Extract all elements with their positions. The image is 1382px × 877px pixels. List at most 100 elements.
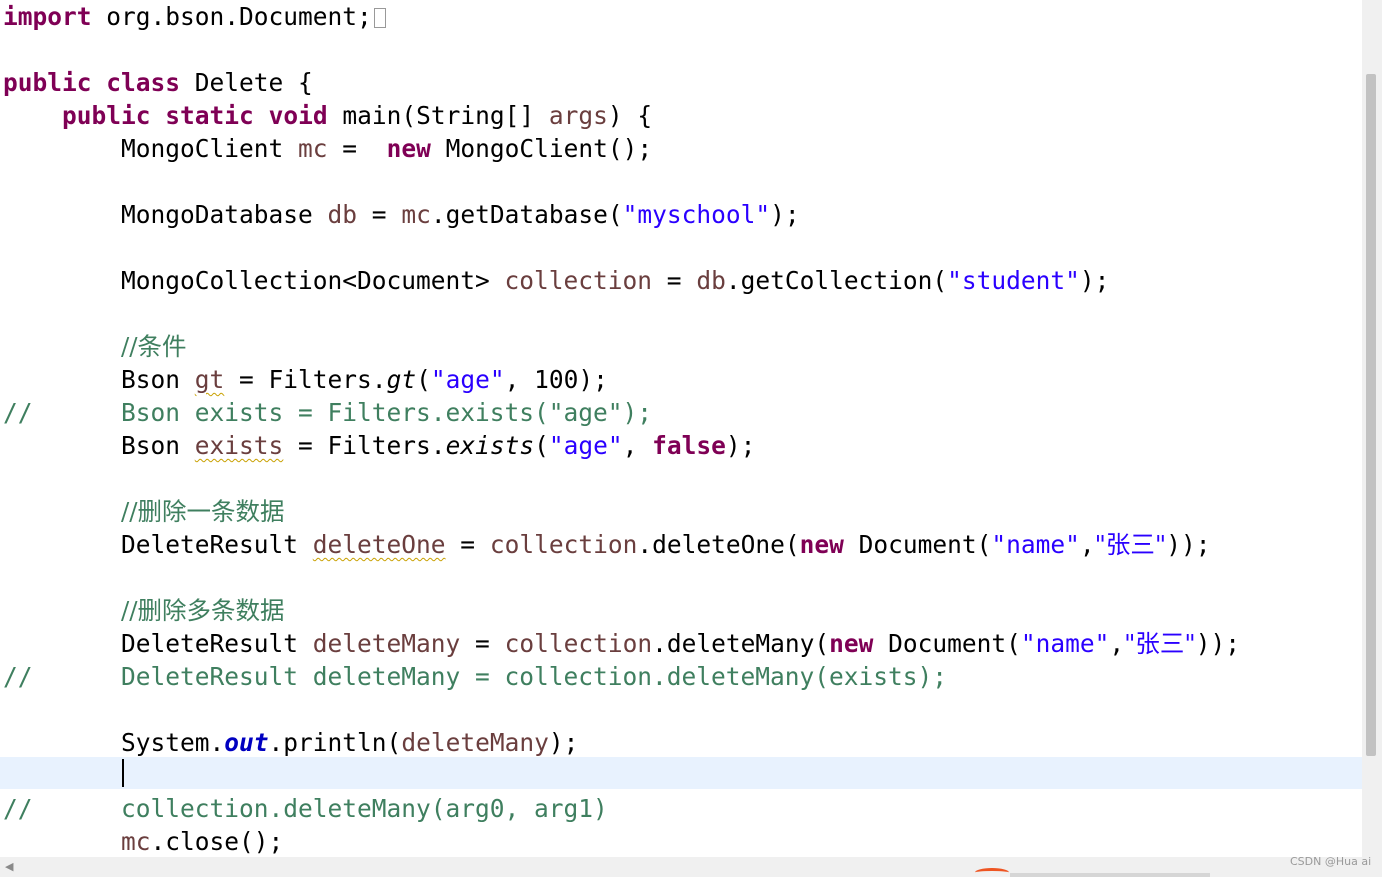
code-text: = (445, 530, 490, 559)
comment: collection.deleteMany(arg0, arg1) (121, 794, 608, 823)
code-line-4[interactable]: public static void main(String[] args) { (3, 99, 652, 132)
code-line-1[interactable]: import org.bson.Document; (3, 0, 386, 33)
code-line-7[interactable]: MongoDatabase db = mc.getDatabase("mysch… (3, 198, 800, 231)
code-line-3[interactable]: public class Delete { (3, 66, 313, 99)
static-field: out (224, 728, 269, 757)
string-literal: "name" (991, 530, 1080, 559)
code-line-21[interactable]: // DeleteResult deleteMany = collection.… (3, 660, 947, 693)
orange-indicator-icon (975, 868, 1009, 877)
code-text: = (460, 629, 505, 658)
code-text: Delete { (180, 68, 313, 97)
comment-prefix: // (3, 398, 33, 427)
code-text: = Filters. (224, 365, 387, 394)
keyword: new (386, 134, 431, 163)
code-text: .deleteOne( (637, 530, 800, 559)
comment: //删除多条数据 (121, 596, 285, 625)
variable: collection (489, 530, 638, 559)
code-text: MongoClient(); (430, 134, 653, 163)
comment: //删除一条数据 (121, 497, 285, 526)
folded-import-marker[interactable] (373, 8, 386, 28)
code-line-20[interactable]: DeleteResult deleteMany = collection.del… (3, 627, 1240, 660)
horizontal-scrollbar[interactable]: ◀ (0, 857, 1382, 877)
code-line-14[interactable]: Bson exists = Filters.exists("age", fals… (3, 429, 755, 462)
code-line-5[interactable]: MongoClient mc = new MongoClient(); (3, 132, 652, 165)
code-line-23[interactable]: System.out.println(deleteMany); (3, 726, 578, 759)
code-text: System. (121, 728, 225, 757)
keyword: false (652, 431, 726, 460)
code-text: DeleteResult (121, 530, 313, 559)
string-literal: "age" (430, 365, 505, 394)
code-text: MongoClient (121, 134, 299, 163)
code-text: = (357, 200, 402, 229)
comment-prefix: // (3, 662, 33, 691)
code-text: = (327, 134, 387, 163)
code-text: Document( (843, 530, 992, 559)
code-text: .println( (268, 728, 402, 757)
variable: collection (504, 266, 653, 295)
current-line-highlight (0, 757, 1362, 789)
keyword: void (268, 101, 328, 130)
code-text: , (1109, 629, 1125, 658)
code-text: = (652, 266, 697, 295)
string-literal: "name" (1020, 629, 1110, 658)
static-method: gt (386, 365, 417, 394)
code-line-26[interactable]: mc.close(); (3, 825, 283, 857)
code-text: Document( (873, 629, 1021, 658)
code-text: )); (1195, 629, 1240, 658)
code-text: , (622, 431, 653, 460)
code-line-13[interactable]: // Bson exists = Filters.exists("age"); (3, 396, 652, 429)
comment: DeleteResult deleteMany = collection.del… (121, 662, 948, 691)
keyword: import (3, 2, 92, 31)
code-text: Bson (121, 365, 195, 394)
code-line-11[interactable]: //条件 (3, 330, 187, 363)
code-line-25[interactable]: // collection.deleteMany(arg0, arg1) (3, 792, 608, 825)
code-line-19[interactable]: //删除多条数据 (3, 594, 285, 627)
code-line-9[interactable]: MongoCollection<Document> collection = d… (3, 264, 1109, 297)
comment: //条件 (121, 332, 187, 361)
variable: deleteMany (312, 629, 461, 658)
variable: db (696, 266, 726, 295)
code-text: ( (416, 365, 431, 394)
text-caret (122, 759, 124, 787)
static-method: exists (445, 431, 535, 460)
horizontal-scrollbar-thumb[interactable] (1010, 873, 1210, 877)
variable: collection (504, 629, 653, 658)
code-editor[interactable]: import org.bson.Document; public class D… (0, 0, 1362, 857)
keyword: static (165, 101, 254, 130)
code-text: main(String[] (327, 101, 549, 130)
code-text: = Filters. (283, 431, 446, 460)
code-text: ( (534, 431, 549, 460)
keyword: public (3, 68, 92, 97)
code-text: ); (725, 431, 756, 460)
code-text: ); (1079, 266, 1110, 295)
code-text: MongoDatabase (121, 200, 328, 229)
code-text: , 100); (504, 365, 608, 394)
string-literal: "张三" (1094, 530, 1167, 559)
keyword: class (106, 68, 181, 97)
code-text: org.bson.Document; (91, 2, 372, 31)
code-text: .getCollection( (725, 266, 948, 295)
variable-unused-warning: deleteOne (312, 530, 446, 559)
variable: mc (298, 134, 328, 163)
variable-unused-warning: exists (194, 431, 284, 460)
vertical-scrollbar[interactable] (1362, 0, 1382, 857)
code-text: ); (770, 200, 800, 229)
string-literal: "student" (947, 266, 1080, 295)
code-line-16[interactable]: //删除一条数据 (3, 495, 285, 528)
code-text: , (1079, 530, 1095, 559)
code-text: DeleteResult (121, 629, 313, 658)
code-text: .close(); (150, 827, 284, 856)
keyword: new (799, 530, 844, 559)
code-text: .deleteMany( (652, 629, 830, 658)
variable: db (327, 200, 358, 229)
vertical-scrollbar-thumb[interactable] (1366, 74, 1376, 756)
code-line-12[interactable]: Bson gt = Filters.gt("age", 100); (3, 363, 608, 396)
variable-unused-warning: gt (194, 365, 225, 394)
keyword: new (829, 629, 874, 658)
keyword: public (62, 101, 151, 130)
variable: mc (121, 827, 151, 856)
variable: mc (401, 200, 431, 229)
scroll-left-arrow-icon[interactable]: ◀ (5, 859, 13, 875)
code-line-17[interactable]: DeleteResult deleteOne = collection.dele… (3, 528, 1210, 561)
string-literal: "张三" (1124, 629, 1196, 658)
